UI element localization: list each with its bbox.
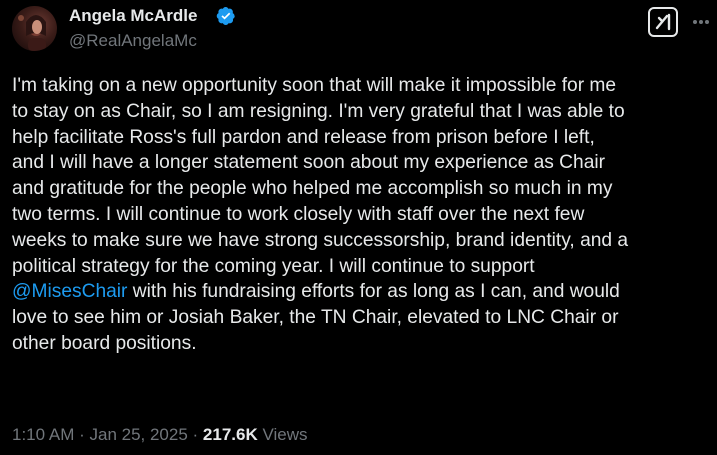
- tweet-text-line: weeks to make sure we have strong succes…: [12, 229, 629, 251]
- tweet: Angela McArdle @RealAngelaMc I'm taking …: [0, 0, 717, 455]
- verified-badge-icon: [216, 7, 235, 25]
- tweet-text: I'm taking on a new opportunity soon tha…: [12, 73, 717, 357]
- grok-button[interactable]: [648, 7, 678, 37]
- author-name[interactable]: Angela McArdle: [69, 6, 197, 26]
- views-label: Views: [257, 425, 308, 444]
- avatar-image: [18, 15, 46, 51]
- meta-separator: ·: [74, 425, 90, 444]
- more-icon: [693, 20, 709, 24]
- tweet-text-line: and I will have a longer statement soon …: [12, 152, 606, 174]
- tweet-text-line: other board positions.: [12, 332, 197, 354]
- mention-link[interactable]: @MisesChair: [12, 281, 127, 302]
- tweet-text-line: to stay on as Chair, so I am resigning. …: [12, 100, 625, 122]
- tweet-text-line: love to see him or Josiah Baker, the TN …: [12, 307, 619, 329]
- tweet-text-line: and gratitude for the people who helped …: [12, 178, 613, 200]
- views-count[interactable]: 217.6K: [203, 425, 258, 444]
- tweet-date[interactable]: Jan 25, 2025: [89, 425, 187, 444]
- more-button[interactable]: [690, 8, 712, 36]
- tweet-text-fragment: with his fundraising efforts for as long…: [127, 281, 620, 303]
- tweet-text-line: help facilitate Ross's full pardon and r…: [12, 126, 595, 148]
- author-handle[interactable]: @RealAngelaMc: [69, 31, 197, 51]
- tweet-text-line: @MisesChair with his fundraising efforts…: [12, 279, 717, 305]
- grok-icon: [655, 13, 671, 31]
- meta-separator: ·: [187, 425, 203, 444]
- tweet-text-line: I'm taking on a new opportunity soon tha…: [12, 75, 617, 96]
- tweet-time[interactable]: 1:10 AM: [12, 425, 74, 444]
- tweet-text-line: two terms. I will continue to work close…: [12, 203, 585, 225]
- tweet-meta: 1:10 AM · Jan 25, 2025 · 217.6K Views: [12, 424, 308, 446]
- tweet-text-line: political strategy for the coming year. …: [12, 255, 535, 277]
- avatar[interactable]: [12, 6, 57, 51]
